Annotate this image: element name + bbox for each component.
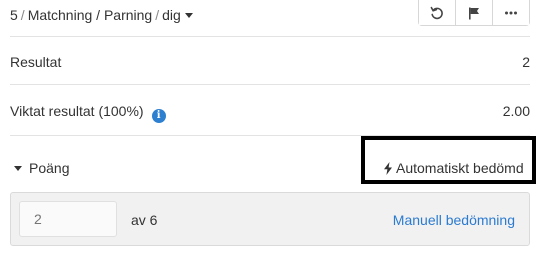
owner-dropdown[interactable]: dig (162, 7, 193, 23)
grading-panel: av 6 Manuell bedömning (10, 192, 530, 246)
weighted-result-value: 2.00 (502, 103, 530, 119)
undo-icon (430, 6, 443, 19)
flag-icon (469, 7, 479, 19)
question-toolbar (418, 0, 530, 26)
breadcrumb: 5/Matchning / Parning / dig (10, 7, 193, 23)
weighted-result-label: Viktat resultat (100%) (10, 103, 144, 119)
out-of-label: av 6 (131, 212, 158, 228)
divider (10, 84, 530, 85)
lightning-bolt-icon (384, 162, 392, 175)
divider (10, 36, 530, 37)
owner-label: dig (162, 7, 181, 23)
result-label: Resultat (10, 54, 62, 70)
more-icon (505, 11, 517, 14)
breadcrumb-separator: / (155, 7, 160, 23)
points-label: Poäng (29, 160, 70, 176)
weighted-result-row: Viktat resultat (100%) i 2.00 (10, 103, 530, 123)
manual-grading-link[interactable]: Manuell bedömning (393, 212, 515, 228)
score-input[interactable] (19, 201, 117, 237)
auto-graded-status: Automatiskt bedömd (383, 160, 524, 176)
points-toggle[interactable]: Poäng (14, 160, 69, 176)
info-icon[interactable]: i (151, 109, 166, 123)
question-number: 5 (10, 7, 18, 23)
breadcrumb-separator: / (20, 7, 25, 23)
flag-button[interactable] (455, 0, 492, 25)
undo-button[interactable] (419, 0, 455, 25)
question-header: 5/Matchning / Parning / dig (0, 0, 540, 36)
result-value: 2 (522, 54, 530, 70)
result-row: Resultat 2 (10, 54, 530, 70)
more-button[interactable] (492, 0, 529, 25)
caret-down-icon (14, 166, 22, 171)
caret-down-icon (184, 13, 193, 18)
auto-graded-label: Automatiskt bedömd (396, 160, 524, 176)
question-type: Matchning / Parning (27, 7, 153, 23)
